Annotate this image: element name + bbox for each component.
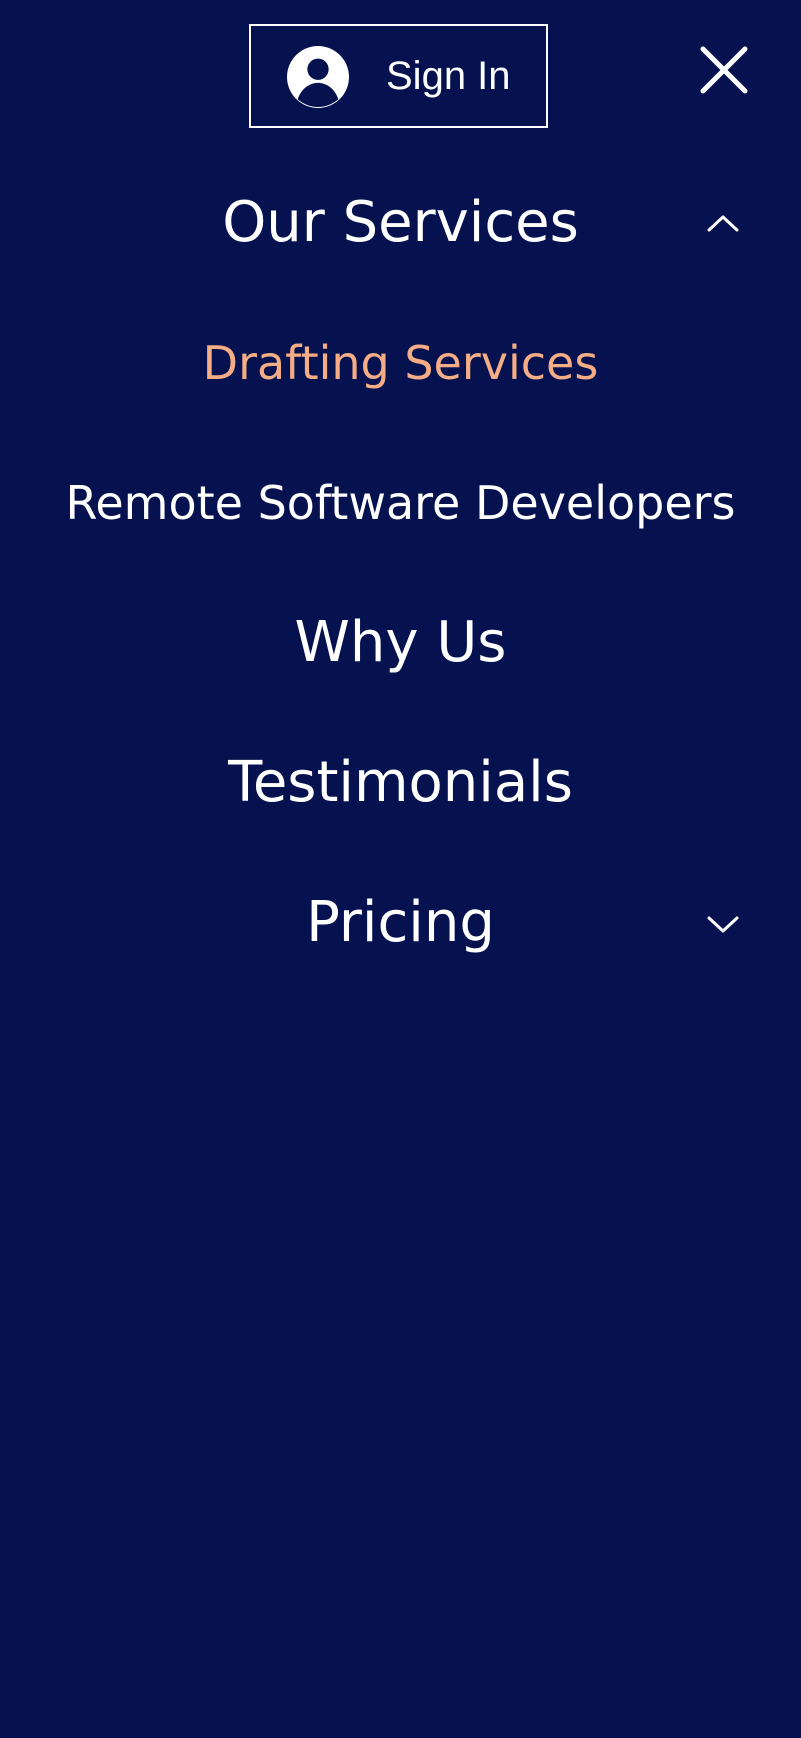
nav-item-testimonials[interactable]: Testimonials <box>0 748 801 818</box>
sign-in-label: Sign In <box>386 54 511 98</box>
chevron-down-icon[interactable] <box>706 912 740 936</box>
mobile-navigation-menu: Sign In Our Services Drafting Services R… <box>0 0 801 1738</box>
sign-in-button[interactable]: Sign In <box>249 24 548 128</box>
close-icon[interactable] <box>690 36 758 104</box>
user-circle-icon <box>287 46 349 108</box>
nav-item-remote-software-developers[interactable]: Remote Software Developers <box>0 474 801 532</box>
nav-item-pricing[interactable]: Pricing <box>0 888 801 958</box>
nav-item-drafting-services[interactable]: Drafting Services <box>0 334 801 392</box>
nav-item-our-services[interactable]: Our Services <box>0 188 801 258</box>
chevron-up-icon[interactable] <box>706 212 740 236</box>
nav-item-why-us[interactable]: Why Us <box>0 608 801 678</box>
